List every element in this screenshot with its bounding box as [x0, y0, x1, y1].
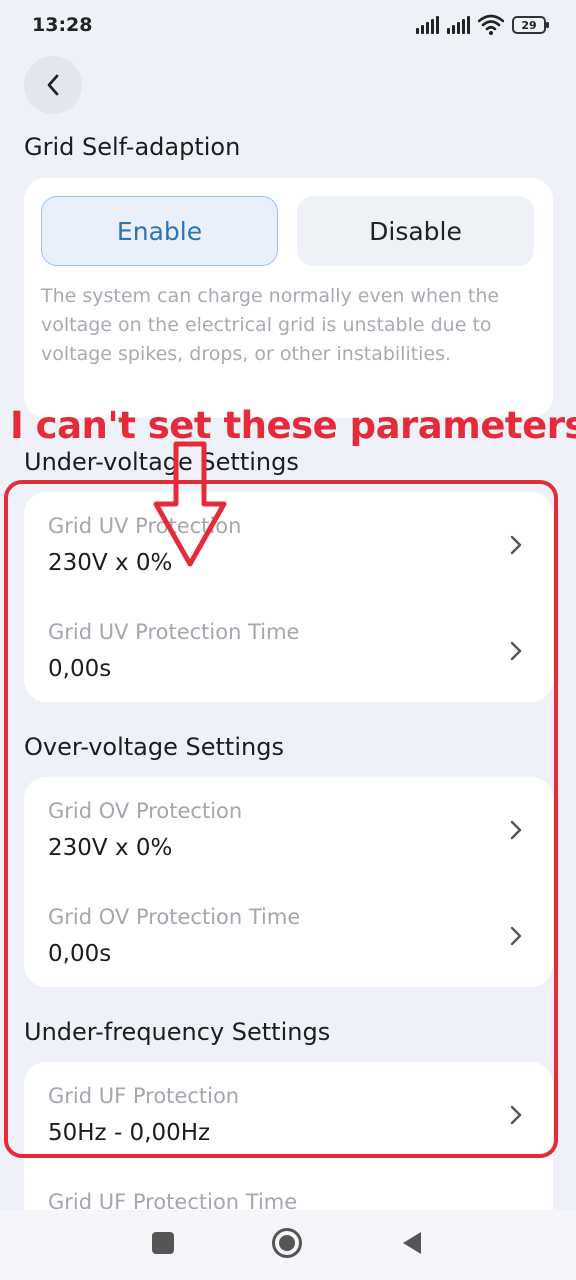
grid-self-adaption-title: Grid Self-adaption — [24, 133, 241, 161]
grid-self-adaption-description: The system can charge normally even when… — [41, 285, 500, 365]
annotation-frame — [4, 480, 558, 1158]
back-triangle-icon[interactable] — [400, 1230, 424, 1256]
status-icons: 29 — [416, 14, 549, 36]
signal-icon — [416, 16, 439, 34]
battery-icon: 29 — [512, 16, 549, 34]
navigation-bar — [0, 1210, 576, 1280]
battery-level: 29 — [521, 18, 537, 32]
home-button[interactable] — [272, 1228, 302, 1258]
home-dot-icon — [279, 1235, 295, 1251]
annotation-text: I can't set these parameters — [10, 404, 576, 447]
down-arrow-icon — [153, 441, 227, 567]
recents-button[interactable] — [152, 1232, 174, 1254]
wifi-icon — [478, 14, 504, 35]
status-bar: 13:28 29 — [0, 0, 576, 56]
status-time: 13:28 — [32, 14, 93, 36]
signal-icon — [447, 16, 470, 34]
enable-button[interactable]: Enable — [41, 196, 278, 266]
grid-self-adaption-card: Enable Disable The system can charge nor… — [24, 178, 553, 418]
back-button[interactable] — [24, 56, 82, 114]
chevron-left-icon — [47, 74, 59, 96]
disable-button[interactable]: Disable — [297, 196, 534, 266]
